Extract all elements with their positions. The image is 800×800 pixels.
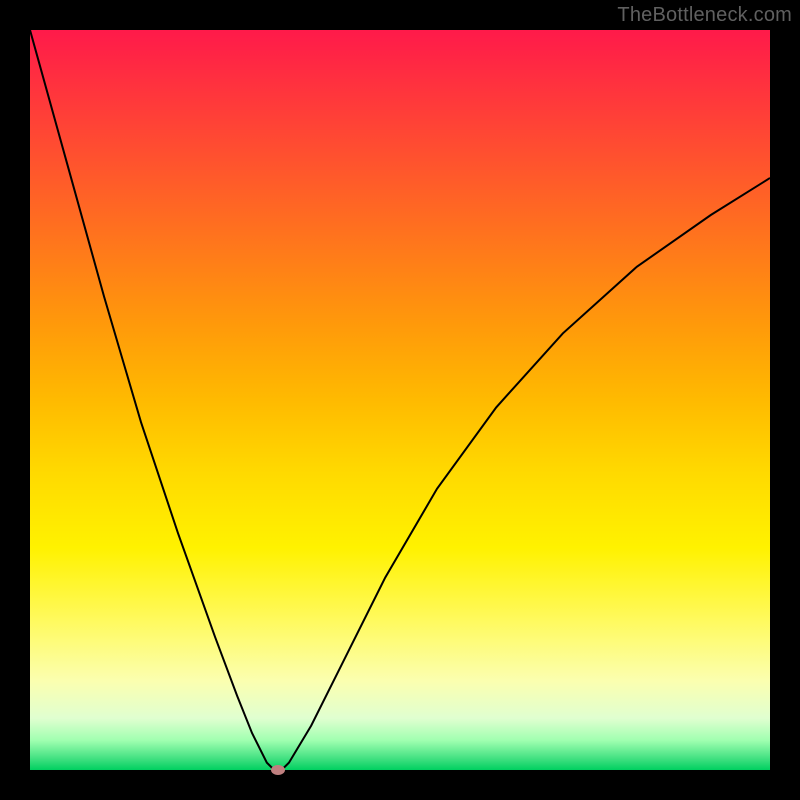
watermark-text: TheBottleneck.com [617,4,792,27]
bottleneck-curve [30,30,770,770]
chart-container: TheBottleneck.com [0,0,800,800]
plot-area [30,30,770,770]
optimum-marker [271,765,285,775]
curve-svg [30,30,770,770]
